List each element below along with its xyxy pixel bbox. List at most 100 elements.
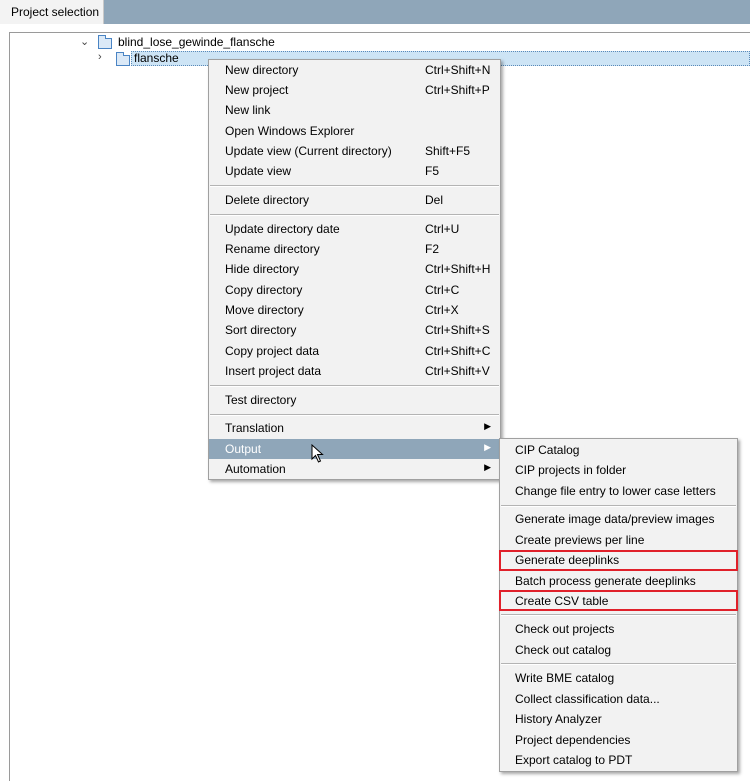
menu-label: Rename directory: [225, 242, 320, 256]
menu-separator: [501, 663, 736, 665]
chevron-right-icon[interactable]: ›: [98, 51, 102, 63]
menu-separator: [501, 505, 736, 507]
menu-item-automation[interactable]: Automation ▶: [209, 459, 500, 479]
submenu-item-change-file-entry[interactable]: Change file entry to lower case letters: [500, 481, 737, 501]
menu-item-update-view[interactable]: Update view F5: [209, 161, 500, 181]
menu-label: Translation: [225, 421, 284, 435]
menu-item-open-windows-explorer[interactable]: Open Windows Explorer: [209, 121, 500, 141]
submenu-item-export-catalog-to-pdt[interactable]: Export catalog to PDT: [500, 750, 737, 770]
submenu-item-history-analyzer[interactable]: History Analyzer: [500, 709, 737, 729]
submenu-item-check-out-projects[interactable]: Check out projects: [500, 619, 737, 639]
menu-item-test-directory[interactable]: Test directory: [209, 390, 500, 410]
tree-item-root-label: blind_lose_gewinde_flansche: [118, 35, 275, 49]
menu-label: Batch process generate deeplinks: [515, 574, 696, 588]
menu-item-rename-directory[interactable]: Rename directory F2: [209, 239, 500, 259]
submenu-item-generate-image-data[interactable]: Generate image data/preview images: [500, 509, 737, 529]
submenu-arrow-icon: ▶: [484, 421, 491, 431]
menu-label: Generate image data/preview images: [515, 512, 715, 526]
menu-label: Open Windows Explorer: [225, 124, 355, 138]
submenu-arrow-icon: ▶: [484, 442, 491, 452]
submenu-item-write-bme-catalog[interactable]: Write BME catalog: [500, 668, 737, 688]
menu-shortcut: Ctrl+Shift+N: [425, 63, 491, 77]
menu-item-update-directory-date[interactable]: Update directory date Ctrl+U: [209, 219, 500, 239]
menu-label: New project: [225, 83, 289, 97]
menu-item-new-project[interactable]: New project Ctrl+Shift+P: [209, 80, 500, 100]
menu-separator: [210, 385, 499, 387]
menu-separator: [210, 185, 499, 187]
menu-label: Automation: [225, 462, 286, 476]
submenu-item-batch-generate-deeplinks[interactable]: Batch process generate deeplinks: [500, 571, 737, 591]
menu-separator: [501, 614, 736, 616]
menu-shortcut: Ctrl+Shift+C: [425, 344, 491, 358]
menu-label: CIP projects in folder: [515, 463, 627, 477]
tree-item-root[interactable]: ⌄ blind_lose_gewinde_flansche: [80, 34, 380, 51]
menu-shortcut: Ctrl+Shift+V: [425, 364, 490, 378]
menu-label: Update view: [225, 164, 292, 178]
menu-label: Move directory: [225, 303, 304, 317]
menu-separator: [210, 214, 499, 216]
menu-item-hide-directory[interactable]: Hide directory Ctrl+Shift+H: [209, 259, 500, 279]
tab-label: Project selection: [11, 5, 100, 19]
menu-shortcut: Shift+F5: [425, 144, 471, 158]
menu-label: Sort directory: [225, 323, 297, 337]
submenu-item-check-out-catalog[interactable]: Check out catalog: [500, 640, 737, 660]
menu-label: Delete directory: [225, 193, 310, 207]
submenu-item-cip-catalog[interactable]: CIP Catalog: [500, 440, 737, 460]
menu-item-update-view-current[interactable]: Update view (Current directory) Shift+F5: [209, 141, 500, 161]
submenu-item-create-previews-per-line[interactable]: Create previews per line: [500, 530, 737, 550]
menu-label: Check out projects: [515, 622, 615, 636]
menu-item-insert-project-data[interactable]: Insert project data Ctrl+Shift+V: [209, 361, 500, 381]
menu-shortcut: Ctrl+Shift+P: [425, 83, 490, 97]
annotation-box-generate-deeplinks: [499, 550, 738, 571]
menu-label: CIP Catalog: [515, 443, 580, 457]
tree-item-flansche-label: flansche: [134, 51, 179, 65]
menu-item-copy-directory[interactable]: Copy directory Ctrl+C: [209, 280, 500, 300]
menu-item-output[interactable]: Output ▶: [209, 439, 500, 459]
menu-label: New link: [225, 103, 271, 117]
title-bar: [0, 0, 750, 24]
menu-label: Copy project data: [225, 344, 320, 358]
menu-label: Copy directory: [225, 283, 303, 297]
submenu-item-cip-projects-in-folder[interactable]: CIP projects in folder: [500, 460, 737, 480]
menu-label: Update view (Current directory): [225, 144, 392, 158]
menu-shortcut: Ctrl+U: [425, 222, 460, 236]
menu-label: Hide directory: [225, 262, 300, 276]
menu-label: New directory: [225, 63, 299, 77]
menu-label: Insert project data: [225, 364, 322, 378]
folder-open-icon: [98, 35, 112, 49]
menu-shortcut: Ctrl+X: [425, 303, 459, 317]
context-menu: New directory Ctrl+Shift+N New project Ctr…: [208, 59, 501, 480]
menu-item-move-directory[interactable]: Move directory Ctrl+X: [209, 300, 500, 320]
menu-shortcut: Ctrl+C: [425, 283, 460, 297]
menu-shortcut: Ctrl+Shift+S: [425, 323, 490, 337]
menu-shortcut: F2: [425, 242, 440, 256]
menu-label: Check out catalog: [515, 643, 612, 657]
menu-label: Change file entry to lower case letters: [515, 484, 716, 498]
menu-item-delete-directory[interactable]: Delete directory Del: [209, 190, 500, 210]
mouse-pointer-icon: [311, 444, 324, 463]
menu-separator: [210, 414, 499, 416]
menu-item-copy-project-data[interactable]: Copy project data Ctrl+Shift+C: [209, 341, 500, 361]
menu-item-translation[interactable]: Translation ▶: [209, 418, 500, 438]
submenu-item-collect-classification-data[interactable]: Collect classification data...: [500, 689, 737, 709]
submenu-item-project-dependencies[interactable]: Project dependencies: [500, 730, 737, 750]
menu-label: Write BME catalog: [515, 671, 615, 685]
annotation-box-create-csv-table: [499, 590, 738, 611]
menu-item-sort-directory[interactable]: Sort directory Ctrl+Shift+S: [209, 320, 500, 340]
menu-label: Test directory: [225, 393, 297, 407]
tab-project-selection[interactable]: Project selection: [0, 0, 104, 24]
chevron-down-icon[interactable]: ⌄: [80, 35, 89, 48]
menu-label: Output: [225, 442, 262, 456]
menu-shortcut: Del: [425, 193, 444, 207]
menu-label: Create previews per line: [515, 533, 645, 547]
menu-label: Collect classification data...: [515, 692, 660, 706]
folder-icon: [116, 52, 130, 66]
submenu-arrow-icon: ▶: [484, 462, 491, 472]
menu-label: Project dependencies: [515, 733, 631, 747]
menu-item-new-directory[interactable]: New directory Ctrl+Shift+N: [209, 60, 500, 80]
menu-label: Update directory date: [225, 222, 340, 236]
menu-label: History Analyzer: [515, 712, 602, 726]
menu-item-new-link[interactable]: New link: [209, 100, 500, 120]
menu-label: Export catalog to PDT: [515, 753, 633, 767]
menu-shortcut: F5: [425, 164, 440, 178]
